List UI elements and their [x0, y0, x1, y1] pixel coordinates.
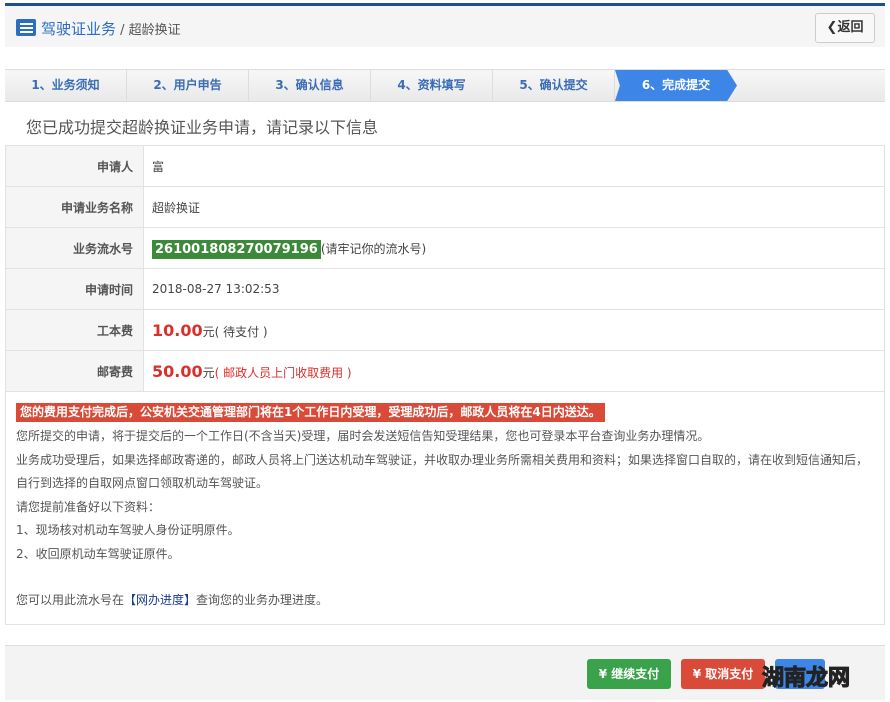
- postage-unit: 元: [202, 365, 215, 380]
- step-4: 4、资料填写: [371, 70, 493, 101]
- table-row: 申请时间 2018-08-27 13:02:53: [5, 268, 885, 310]
- cost-unit: 元: [202, 324, 215, 339]
- row-label: 申请业务名称: [5, 186, 144, 228]
- notice-text: 2、收回原机动车驾驶证原件。: [16, 546, 180, 561]
- info-table: 申请人富 申请业务名称 超龄换证 业务流水号 261001808270079196(…: [5, 145, 885, 392]
- serial-number: 261001808270079196: [152, 239, 321, 259]
- breadcrumb-page: 超龄换证: [128, 23, 181, 38]
- cost-note: ( 待支付 ): [214, 324, 268, 339]
- cost-amount: 10.00: [152, 320, 203, 340]
- step-6-active: 6、完成提交: [615, 70, 737, 101]
- breadcrumb-separator: /: [116, 23, 129, 38]
- list-icon: [16, 19, 36, 36]
- applicant-value: 富: [143, 145, 885, 187]
- text: 查询您的业务办理进度。: [196, 593, 329, 607]
- notice-text: 请您提前准备好以下资料：: [16, 499, 161, 514]
- table-row: 工本费 10.00元( 待支付 ): [5, 309, 885, 351]
- progress-link[interactable]: 【网办进度】: [124, 593, 196, 607]
- table-row: 申请业务名称 超龄换证: [5, 186, 885, 228]
- row-label: 业务流水号: [5, 227, 144, 269]
- notice-box: 您的费用支付完成后，公安机关交通管理部门将在1个工作日内受理，受理成功后，邮政人…: [5, 390, 885, 625]
- breadcrumb-section[interactable]: 驾驶证业务: [41, 20, 116, 38]
- notice-text: 业务成功受理后，如果选择邮政寄递的，邮政人员将上门送达机动车驾驶证，并收取办理业…: [16, 452, 869, 467]
- time-value: 2018-08-27 13:02:53: [143, 268, 885, 310]
- continue-payment-button[interactable]: ¥ 继续支付: [587, 659, 671, 689]
- table-row: 申请人富: [5, 145, 885, 187]
- step-5: 5、确认提交: [493, 70, 615, 101]
- business-value: 超龄换证: [143, 186, 885, 228]
- row-label: 申请时间: [5, 268, 144, 310]
- notice-text: 自行到选择的自取网点窗口领取机动车驾驶证。: [16, 476, 269, 490]
- table-row: 邮寄费 50.00元( 邮政人员上门收取费用 ): [5, 350, 885, 392]
- progress-steps: 1、业务须知 2、用户申告 3、确认信息 4、资料填写 5、确认提交 6、完成提…: [5, 69, 885, 102]
- page-title: 您已成功提交超龄换证业务申请，请记录以下信息: [26, 118, 379, 137]
- breadcrumb: 驾驶证业务 / 超龄换证: [41, 18, 181, 39]
- watermark-text: 湖南: [761, 666, 807, 692]
- table-row: 业务流水号 261001808270079196 (请牢记你的流水号): [5, 227, 885, 269]
- serial-note: (请牢记你的流水号): [320, 241, 427, 256]
- row-label: 邮寄费: [5, 350, 144, 392]
- watermark: 湖南龙网: [761, 660, 851, 692]
- step-3: 3、确认信息: [249, 70, 371, 101]
- header: 驾驶证业务 / 超龄换证 ❮返回: [5, 3, 885, 47]
- postage-note: ( 邮政人员上门收取费用 ): [214, 365, 352, 380]
- footer: ¥ 继续支付 ¥ 取消支付: [5, 645, 885, 700]
- back-button[interactable]: ❮返回: [815, 13, 875, 43]
- row-label: 申请人: [5, 145, 144, 187]
- notice-text: 您所提交的申请，将于提交后的一个工作日(不含当天)受理，届时会发送短信告知受理结…: [16, 429, 710, 443]
- notice-text: 1、现场核对机动车驾驶人身份证明原件。: [16, 523, 240, 537]
- warning-banner: 您的费用支付完成后，公安机关交通管理部门将在1个工作日内受理，受理成功后，邮政人…: [16, 403, 605, 422]
- step-1: 1、业务须知: [5, 70, 127, 101]
- row-label: 工本费: [5, 309, 144, 351]
- cancel-payment-button[interactable]: ¥ 取消支付: [681, 659, 765, 689]
- step-2: 2、用户申告: [127, 70, 249, 101]
- watermark-text: 龙网: [806, 666, 851, 692]
- text: 您可以用此流水号在: [16, 593, 125, 607]
- postage-amount: 50.00: [152, 361, 203, 381]
- notice-text: 您可以用此流水号在【网办进度】查询您的业务办理进度。: [16, 589, 874, 613]
